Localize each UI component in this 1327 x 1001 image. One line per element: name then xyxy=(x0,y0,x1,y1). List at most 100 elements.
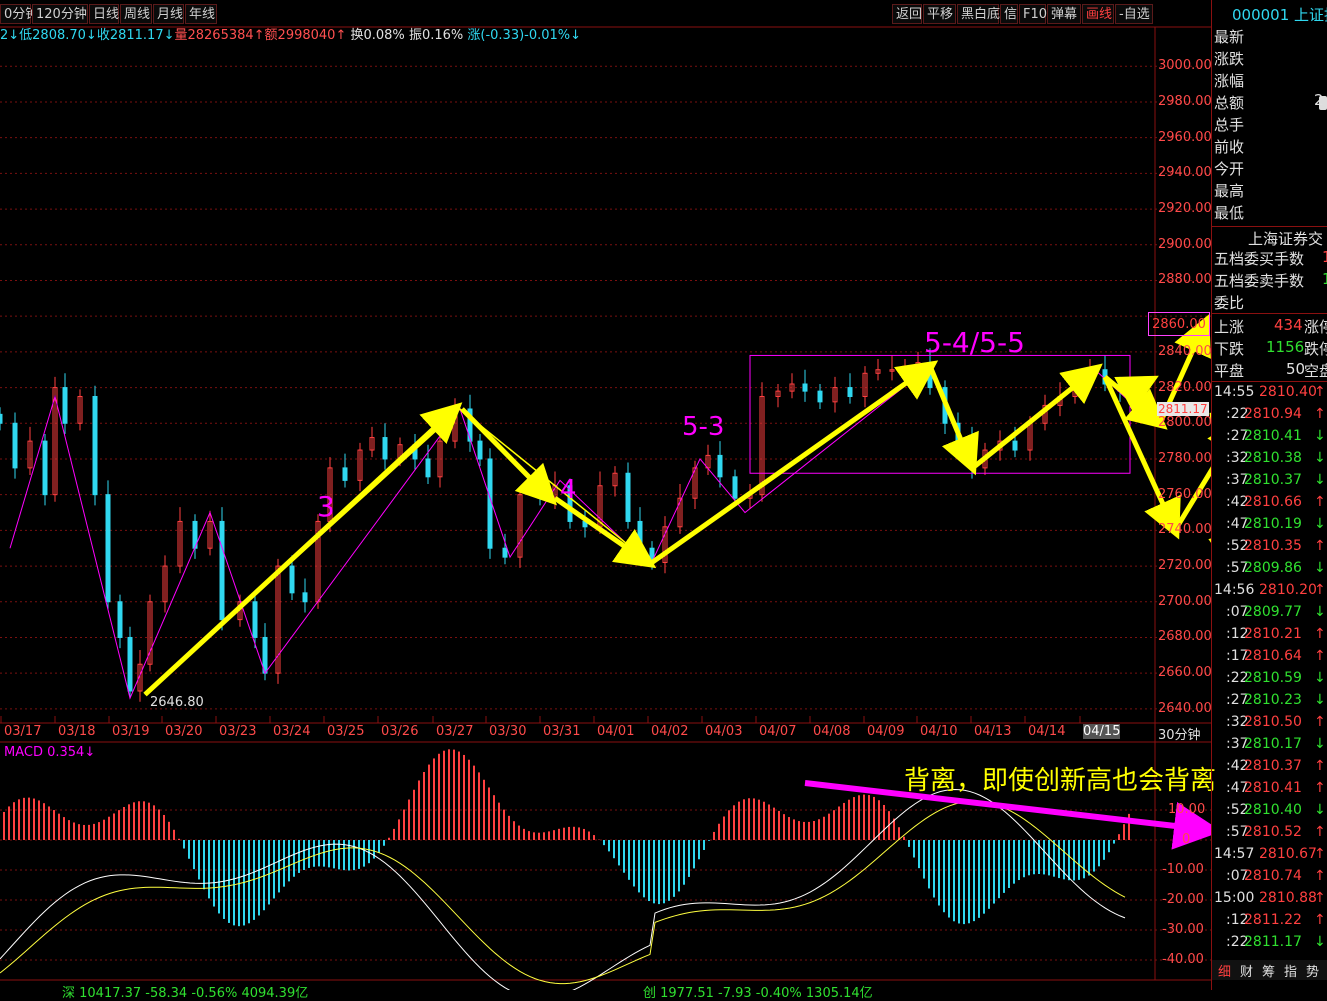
tick-dir: ↑ xyxy=(1314,538,1326,554)
wudang-sell: 五档委卖手数 xyxy=(1214,272,1305,290)
quote-label: 涨跌 xyxy=(1214,50,1245,68)
tick-dir: ↑ xyxy=(1314,494,1326,510)
bottom-tab-4[interactable]: 势 xyxy=(1306,961,1319,980)
tick-dir: ↓ xyxy=(1314,670,1326,686)
down-label: 下跌 xyxy=(1214,340,1245,358)
price-axis-label: 2680.00 xyxy=(1158,629,1212,645)
date-label: 03/26 xyxy=(381,724,419,739)
date-label: 04/01 xyxy=(597,724,635,739)
date-label: 04/08 xyxy=(813,724,851,739)
tick-price: 2810.59 xyxy=(1244,670,1302,686)
up-label: 上涨 xyxy=(1214,318,1245,336)
macd-axis-label: -30.00 xyxy=(1162,922,1204,937)
quote-label: 前收 xyxy=(1214,138,1245,156)
candle-body xyxy=(732,476,738,499)
date-label: 03/25 xyxy=(327,724,365,739)
macd-axis-label: -20.00 xyxy=(1162,892,1204,907)
candle-body xyxy=(382,437,388,460)
tick-price: 2810.19 xyxy=(1244,516,1302,532)
candle-body xyxy=(537,494,543,499)
wave-arrow xyxy=(650,360,939,565)
tick-dir: ↓ xyxy=(1314,934,1326,950)
tick-dir: ↓ xyxy=(1314,604,1326,620)
tick-price: 2810.94 xyxy=(1244,406,1302,422)
date-label: 04/13 xyxy=(974,724,1012,739)
tick-price: 2810.37 xyxy=(1244,472,1302,488)
price-axis-label: 2780.00 xyxy=(1158,450,1212,466)
date-label: 03/23 xyxy=(219,724,257,739)
price-axis-label: 2880.00 xyxy=(1158,272,1212,288)
tick-price: 2810.17 xyxy=(1244,736,1302,752)
candle-body xyxy=(625,472,631,522)
exchange-name: 上海证券交 xyxy=(1248,230,1324,248)
stock-code: 000001 上证指 xyxy=(1232,6,1327,24)
date-label: 03/20 xyxy=(165,724,203,739)
tick-price: 2810.21 xyxy=(1244,626,1302,642)
tick-time: 14:55 xyxy=(1214,384,1255,400)
tick-price: 2811.17 xyxy=(1244,934,1302,950)
price-axis-label: 2820.00 xyxy=(1158,379,1212,395)
date-label: 03/18 xyxy=(58,724,96,739)
tick-price: 2810.88 xyxy=(1259,890,1317,906)
tick-price: 2810.41 xyxy=(1244,428,1302,444)
candle-body xyxy=(637,520,643,549)
candle-body xyxy=(92,395,98,496)
candle-body xyxy=(847,387,853,397)
candle-body xyxy=(62,387,68,424)
wave-4-label: 4 xyxy=(560,475,577,505)
quote-label: 总额 xyxy=(1214,94,1245,112)
price-axis-label: 2740.00 xyxy=(1158,522,1212,538)
wave-arrow xyxy=(1172,414,1211,532)
bottom-tab-2[interactable]: 筹 xyxy=(1262,961,1275,980)
tick-dir: ↑ xyxy=(1314,780,1326,796)
flat-tail: 空盘 xyxy=(1304,362,1327,380)
quote-label: 涨幅 xyxy=(1214,72,1245,90)
kline-chart[interactable] xyxy=(0,0,1211,990)
tick-time: 14:57 xyxy=(1214,846,1255,862)
footer-left: 深 10417.37 -58.34 -0.56% 4094.39亿 xyxy=(62,986,309,1001)
quote-label: 最低 xyxy=(1214,204,1245,222)
date-label: 03/27 xyxy=(436,724,474,739)
tick-price: 2810.23 xyxy=(1244,692,1302,708)
period-label: 30分钟 xyxy=(1158,728,1201,743)
date-label: 03/24 xyxy=(273,724,311,739)
candle-body xyxy=(1012,440,1018,451)
quote-label: 最高 xyxy=(1214,182,1245,200)
tick-price: 2810.37 xyxy=(1244,758,1302,774)
wave-arrow xyxy=(973,363,1103,469)
price-axis-label: 2840.00 xyxy=(1158,343,1212,359)
date-label: 03/31 xyxy=(543,724,581,739)
macd-axis-label: -40.00 xyxy=(1162,952,1204,967)
tick-dir: ↑ xyxy=(1314,648,1326,664)
wudang-buy-val: 1 xyxy=(1322,248,1327,266)
bottom-tab-1[interactable]: 财 xyxy=(1240,961,1253,980)
price-axis-label: 2720.00 xyxy=(1158,558,1212,574)
date-label: 04/02 xyxy=(651,724,689,739)
candle-body xyxy=(219,520,225,621)
tick-dir: ↓ xyxy=(1314,428,1326,444)
bottom-tab-0[interactable]: 细 xyxy=(1218,961,1231,980)
wave-thin-line xyxy=(144,408,461,696)
amount-partial: 2 xyxy=(1314,91,1324,109)
date-label: 04/14 xyxy=(1028,724,1066,739)
candle-body xyxy=(289,565,295,594)
quote-panel: 000001 上证指 最新涨跌涨幅总额总手前收今开最高最低 2 上海证券交 五档… xyxy=(1211,0,1327,990)
macd-axis-label: 10.00 xyxy=(1168,802,1206,817)
price-axis-label: 2700.00 xyxy=(1158,593,1212,609)
candle-body xyxy=(487,458,493,549)
price-axis-label: 2940.00 xyxy=(1158,165,1212,181)
tick-dir: ↑ xyxy=(1314,384,1326,400)
wave-arrow xyxy=(927,365,979,476)
tick-dir: ↓ xyxy=(1314,450,1326,466)
candle-body xyxy=(302,592,308,603)
flat-label: 平盘 xyxy=(1214,362,1245,380)
bottom-tab-3[interactable]: 指 xyxy=(1284,961,1297,980)
price-axis-label: 2640.00 xyxy=(1158,700,1212,716)
flat-count: 50 xyxy=(1286,360,1306,378)
up-tail: 涨停 xyxy=(1304,318,1327,336)
price-axis-label: 2660.00 xyxy=(1158,665,1212,681)
price-axis-label: 3000.00 xyxy=(1158,58,1212,74)
date-label: 04/03 xyxy=(705,724,743,739)
candle-body xyxy=(117,601,123,638)
tick-price: 2810.64 xyxy=(1244,648,1302,664)
